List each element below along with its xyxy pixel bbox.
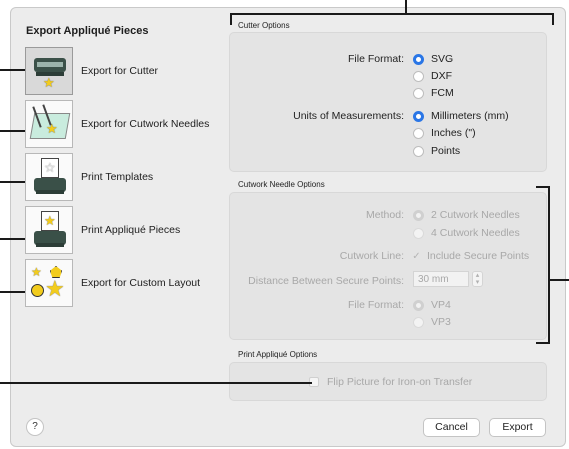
cutwork-line-label: Cutwork Line: xyxy=(339,250,404,262)
method-label: Method: xyxy=(366,209,404,221)
cutter-bracket xyxy=(552,13,554,25)
sidebar-item-export-cutter[interactable]: ★ Export for Cutter xyxy=(25,47,225,95)
cutwork-needles-icon: ★ xyxy=(25,100,73,148)
cutwork-file-format-label: File Format: xyxy=(347,299,404,311)
cutwork-options-title: Cutwork Needle Options xyxy=(238,180,325,189)
method-2-needles-radio[interactable]: 2 Cutwork Needles xyxy=(413,209,520,221)
print-applique-icon: ★ xyxy=(25,206,73,254)
file-format-label: File Format: xyxy=(347,53,404,65)
print-templates-icon: ☆ xyxy=(25,153,73,201)
sidebar-item-label: Print Appliqué Pieces xyxy=(81,224,181,236)
units-points-radio[interactable]: Points xyxy=(413,145,460,157)
callout-line xyxy=(0,238,25,240)
sidebar-item-label: Print Templates xyxy=(81,171,154,183)
distance-label: Distance Between Secure Points: xyxy=(248,275,404,287)
units-inches-radio[interactable]: Inches (") xyxy=(413,127,476,139)
cutter-bracket xyxy=(230,13,554,15)
flip-picture-checkbox[interactable]: Flip Picture for Iron-on Transfer xyxy=(309,376,472,388)
cutwork-bracket xyxy=(548,186,550,344)
format-vp3-radio[interactable]: VP3 xyxy=(413,316,451,328)
help-button[interactable]: ? xyxy=(26,418,44,436)
distance-input[interactable]: 30 mm xyxy=(413,271,469,287)
callout-line xyxy=(0,382,312,384)
print-options-title: Print Appliqué Options xyxy=(238,350,318,359)
sidebar-item-export-cutwork[interactable]: ★ Export for Cutwork Needles xyxy=(25,100,225,148)
cutwork-bracket xyxy=(548,279,569,281)
cutter-printer-icon: ★ xyxy=(25,47,73,95)
units-mm-radio[interactable]: Millimeters (mm) xyxy=(413,110,509,122)
callout-line xyxy=(0,130,25,132)
custom-layout-icon: ★ ★ xyxy=(25,259,73,307)
sidebar-title: Export Appliqué Pieces xyxy=(26,25,149,37)
cancel-button[interactable]: Cancel xyxy=(423,418,480,437)
include-secure-points-checkbox[interactable]: ✓ Include Secure Points xyxy=(411,250,529,262)
callout-line xyxy=(0,69,25,71)
cutwork-bracket xyxy=(536,186,549,188)
sidebar-item-print-templates[interactable]: ☆ Print Templates xyxy=(25,153,225,201)
sidebar-item-label: Export for Cutwork Needles xyxy=(81,118,210,130)
cutter-bracket xyxy=(405,0,407,14)
callout-line xyxy=(0,181,25,183)
format-dxf-radio[interactable]: DXF xyxy=(413,70,452,82)
export-button[interactable]: Export xyxy=(489,418,546,437)
cutwork-bracket xyxy=(536,342,549,344)
units-label: Units of Measurements: xyxy=(293,110,404,122)
format-svg-radio[interactable]: SVG xyxy=(413,53,453,65)
callout-line xyxy=(0,291,25,293)
sidebar-item-label: Export for Cutter xyxy=(81,65,159,77)
sidebar-item-custom-layout[interactable]: ★ ★ Export for Custom Layout xyxy=(25,259,225,307)
format-fcm-radio[interactable]: FCM xyxy=(413,87,454,99)
distance-stepper[interactable]: ▴ ▾ xyxy=(472,271,483,287)
cutter-options-title: Cutter Options xyxy=(238,21,290,30)
format-vp4-radio[interactable]: VP4 xyxy=(413,299,451,311)
sidebar-item-print-applique[interactable]: ★ Print Appliqué Pieces xyxy=(25,206,225,254)
cutter-bracket xyxy=(230,13,232,25)
sidebar-item-label: Export for Custom Layout xyxy=(81,277,201,289)
method-4-needles-radio[interactable]: 4 Cutwork Needles xyxy=(413,227,520,239)
